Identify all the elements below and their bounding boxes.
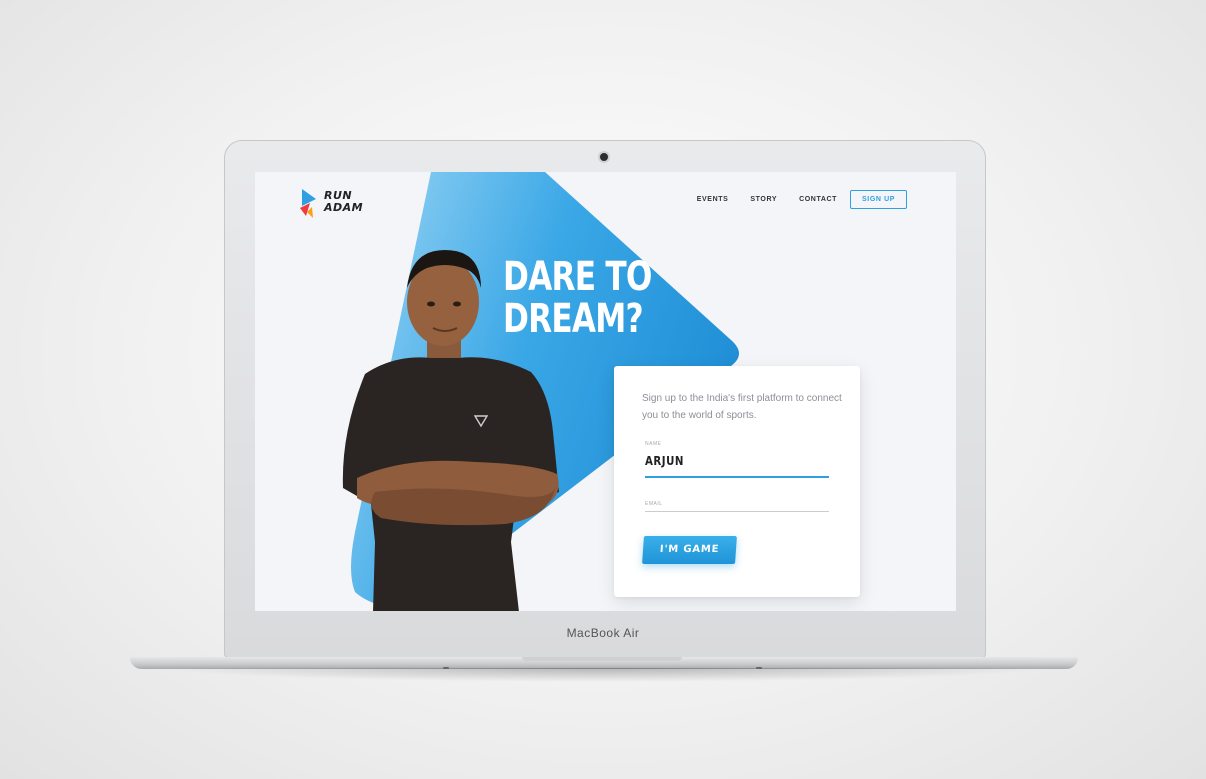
logo-line-2: ADAM [324,201,364,214]
name-input[interactable]: ARJUN [645,454,684,468]
top-navigation: EVENTS STORY CONTACT SIGN UP [675,190,907,209]
email-field-label: EMAIL [645,501,663,507]
laptop-foot [443,667,449,669]
laptop-shadow [160,668,1046,682]
logo-wordmark[interactable]: RUN ADAM [324,190,363,214]
email-input[interactable] [645,510,801,524]
nav-link-story[interactable]: STORY [750,196,777,203]
signup-intro-text: Sign up to the India's first platform to… [642,393,842,421]
name-input-underline [645,476,829,478]
laptop-foot [756,667,762,669]
name-field-label: NAME [645,441,662,447]
laptop-opening-notch [522,657,682,661]
website-screen: RUN ADAM EVENTS STORY CONTACT SIGN UP DA… [255,172,956,611]
nav-link-contact[interactable]: CONTACT [799,196,837,203]
athlete-photo [342,250,559,611]
nav-link-events[interactable]: EVENTS [697,196,729,203]
im-game-button[interactable]: I'M GAME [642,536,737,564]
device-brand-label: MacBook Air [566,626,640,640]
email-input-underline [645,511,829,512]
sign-up-button[interactable]: SIGN UP [850,190,907,209]
signup-card: Sign up to the India's first platform to… [614,366,860,597]
webcam-icon [600,153,608,161]
